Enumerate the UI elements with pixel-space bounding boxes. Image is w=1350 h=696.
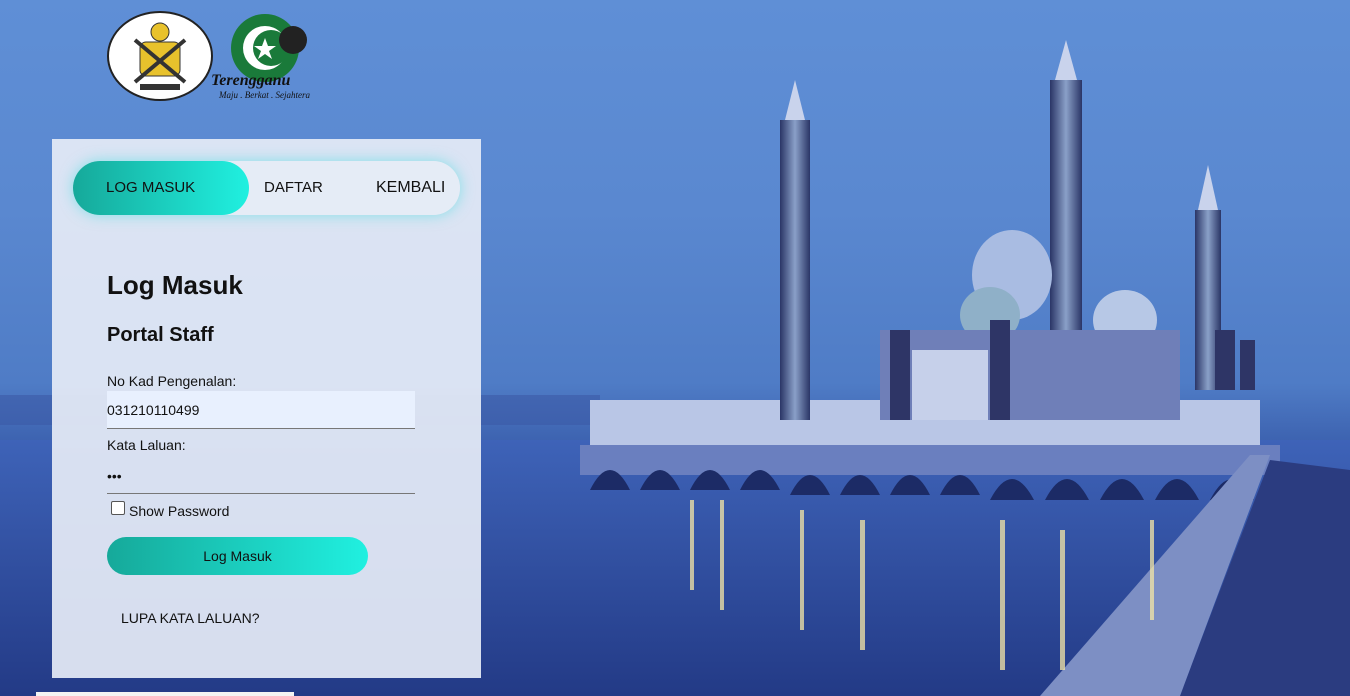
bottom-scrollbar[interactable] — [36, 692, 294, 696]
header-logos: Terengganu Maju . Berkat . Sejahtera — [105, 10, 345, 102]
show-password-label[interactable]: Show Password — [129, 503, 229, 519]
login-panel: LOG MASUK DAFTAR KEMBALI Log Masuk Porta… — [52, 139, 481, 678]
form-title: Log Masuk — [107, 270, 243, 300]
login-submit-button[interactable]: Log Masuk — [107, 537, 368, 575]
show-password-checkbox[interactable] — [111, 501, 125, 515]
forgot-password-link[interactable]: LUPA KATA LALUAN? — [121, 610, 260, 626]
brand-text: Terengganu — [211, 72, 291, 89]
tab-kembali[interactable]: KEMBALI — [376, 161, 445, 215]
form-subtitle: Portal Staff — [107, 324, 214, 346]
tab-bar: LOG MASUK DAFTAR KEMBALI — [73, 161, 460, 215]
brand-tagline: Maju . Berkat . Sejahtera — [219, 90, 310, 100]
ic-label: No Kad Pengenalan: — [107, 373, 237, 389]
terengganu-crest-icon — [107, 11, 213, 101]
password-input[interactable] — [107, 456, 415, 494]
ic-input[interactable] — [107, 391, 415, 429]
tab-log-masuk[interactable]: LOG MASUK — [106, 161, 195, 215]
tab-daftar[interactable]: DAFTAR — [264, 161, 323, 215]
password-label: Kata Laluan: — [107, 437, 186, 453]
password-mask: ••• — [107, 468, 122, 484]
